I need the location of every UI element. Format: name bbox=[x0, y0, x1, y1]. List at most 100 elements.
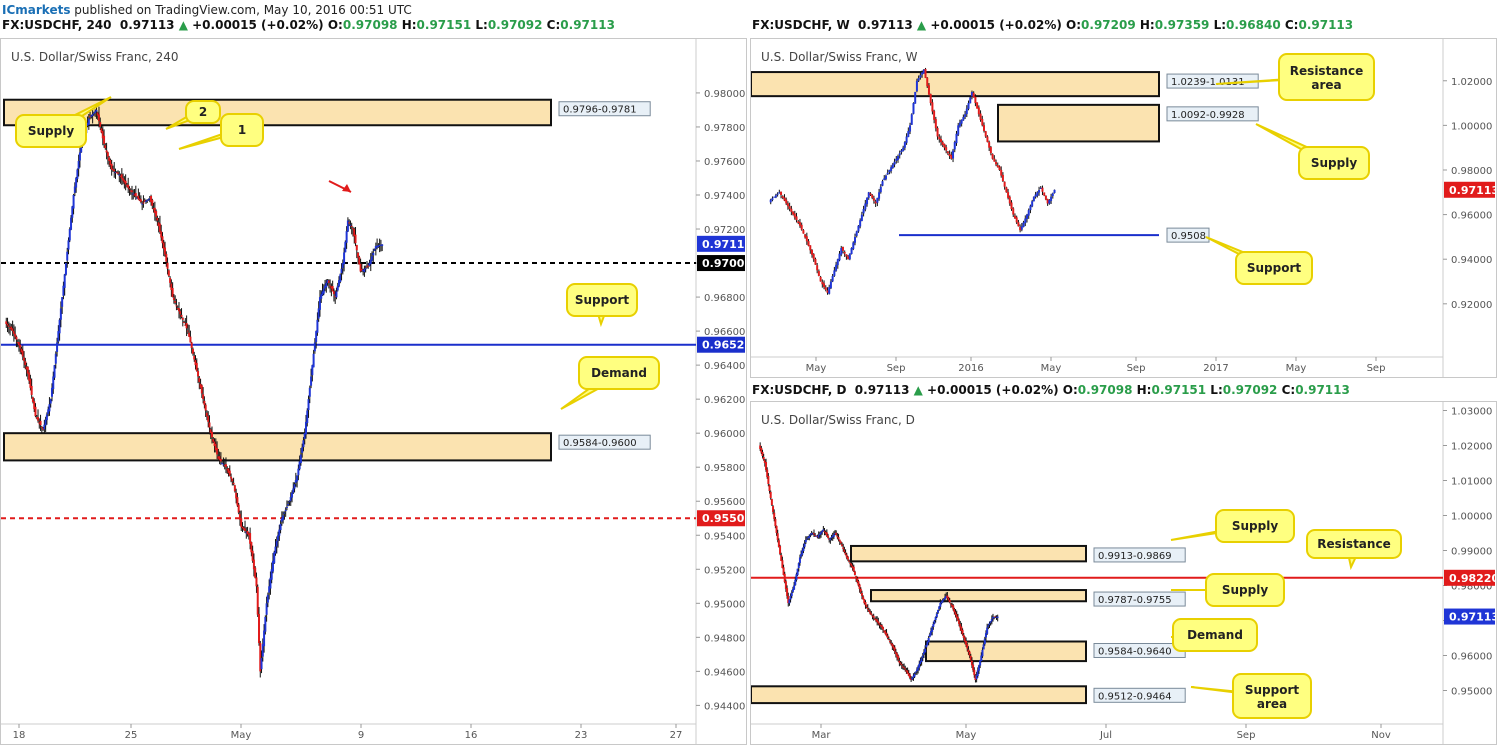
candle-body bbox=[120, 174, 123, 179]
candle-body bbox=[946, 151, 949, 154]
candle-body bbox=[983, 125, 985, 131]
candle-body bbox=[139, 199, 142, 203]
chart-panel-daily[interactable]: U.S. Dollar/Swiss Franc, D 1.03000 1.02000… bbox=[750, 401, 1497, 745]
candle-body bbox=[781, 196, 784, 198]
candle-body bbox=[87, 118, 90, 125]
candle-body bbox=[927, 85, 930, 95]
candle-body bbox=[762, 456, 765, 460]
callout-text: Support bbox=[1247, 261, 1302, 275]
candle-body bbox=[854, 236, 856, 243]
price-tick-label: 0.96800 bbox=[704, 293, 745, 304]
candle-body bbox=[798, 222, 801, 226]
candle-body bbox=[805, 236, 808, 242]
zone-label-text: 0.9584-0.9600 bbox=[563, 438, 637, 449]
candle-body bbox=[279, 523, 282, 531]
candle-body bbox=[957, 125, 960, 135]
candle-body bbox=[1029, 205, 1032, 211]
callout-text: 2 bbox=[199, 105, 207, 119]
candle-body bbox=[905, 136, 908, 143]
candle-body bbox=[786, 203, 789, 207]
candle-body bbox=[299, 454, 302, 464]
candle-body bbox=[128, 188, 131, 190]
candle-body bbox=[7, 325, 10, 327]
candle-body bbox=[197, 371, 200, 377]
candle-body bbox=[156, 217, 159, 221]
change-value: +0.00015 (+0.02%) bbox=[192, 18, 324, 32]
candle-body bbox=[770, 499, 773, 505]
candle-body bbox=[141, 203, 144, 205]
candle-body bbox=[979, 113, 982, 120]
candle-body bbox=[131, 190, 133, 193]
chart-panel-weekly[interactable]: U.S. Dollar/Swiss Franc, W 1.02000 1.00000… bbox=[750, 38, 1497, 378]
zone-label: 0.9584-0.9600 bbox=[558, 434, 651, 450]
candle-body bbox=[11, 328, 14, 332]
price-tick-label: 0.97600 bbox=[704, 157, 745, 168]
brand-name[interactable]: ICmarkets bbox=[0, 3, 70, 17]
candle-body bbox=[1020, 226, 1023, 230]
candle-body bbox=[287, 504, 290, 506]
candle-body bbox=[955, 133, 958, 144]
candle-body bbox=[292, 488, 295, 493]
candle-body bbox=[809, 245, 812, 251]
candle-body bbox=[172, 297, 175, 300]
candle-body bbox=[171, 287, 174, 298]
candle-body bbox=[774, 518, 777, 526]
symbol-label: FX:USDCHF, D bbox=[752, 383, 847, 397]
price-tick-label: 0.94400 bbox=[704, 701, 745, 712]
zone-label: 0.9796-0.9781 bbox=[558, 101, 651, 117]
candle-body bbox=[232, 482, 235, 485]
callout: Supply bbox=[1170, 509, 1295, 543]
price-tick-label: 0.92000 bbox=[1451, 300, 1492, 311]
price-tick-label: 0.94600 bbox=[704, 667, 745, 678]
candle-body bbox=[1017, 222, 1020, 227]
chart-daily[interactable]: U.S. Dollar/Swiss Franc, D 1.03000 1.02000… bbox=[750, 402, 1497, 744]
candle-body bbox=[365, 266, 368, 268]
candle-body bbox=[976, 102, 979, 109]
candle-body bbox=[52, 376, 55, 390]
price-tick-label: 1.02000 bbox=[1451, 77, 1492, 88]
last-price: 0.97113 bbox=[119, 18, 175, 32]
candle-body bbox=[180, 314, 183, 317]
candle-body bbox=[307, 399, 310, 411]
chart-weekly[interactable]: U.S. Dollar/Swiss Franc, W 1.02000 1.00000… bbox=[750, 39, 1497, 377]
candle-body bbox=[146, 200, 149, 202]
chart-panel-240[interactable]: U.S. Dollar/Swiss Franc, 240 0.98000 0.978… bbox=[0, 38, 752, 745]
candle-body bbox=[277, 535, 280, 541]
chart-240[interactable]: U.S. Dollar/Swiss Franc, 240 0.98000 0.978… bbox=[1, 39, 752, 744]
candle-body bbox=[970, 91, 973, 97]
candle-body bbox=[336, 285, 339, 291]
low-value: 0.97092 bbox=[487, 18, 543, 32]
chart-title: U.S. Dollar/Swiss Franc, W bbox=[761, 50, 918, 64]
candle-body bbox=[357, 252, 360, 258]
price-tick-label: 1.02000 bbox=[1451, 442, 1492, 453]
candle-body bbox=[45, 414, 48, 421]
candle-body bbox=[177, 308, 180, 312]
candle-body bbox=[350, 225, 353, 227]
candle-body bbox=[995, 161, 998, 165]
candle-body bbox=[1019, 227, 1022, 231]
candle-body bbox=[845, 254, 848, 257]
level-price-tag-text: 0.95500 bbox=[702, 512, 746, 525]
candle-body bbox=[780, 191, 783, 196]
candle-body bbox=[769, 491, 772, 498]
candle-body bbox=[962, 117, 965, 121]
candle-body bbox=[240, 518, 243, 527]
candle-body bbox=[909, 125, 912, 132]
candle-body bbox=[195, 362, 198, 371]
candle-body bbox=[200, 385, 203, 394]
candle-body bbox=[972, 92, 975, 98]
candle-body bbox=[895, 158, 898, 161]
candle-body bbox=[255, 577, 258, 587]
price-tick-label: 0.95000 bbox=[704, 599, 745, 610]
candle-body bbox=[816, 265, 819, 271]
level-label: 0.9508 bbox=[1166, 227, 1210, 243]
candle-body bbox=[301, 447, 304, 453]
time-tick-label: May bbox=[1286, 363, 1307, 374]
candle-body bbox=[903, 142, 906, 148]
candle-body bbox=[981, 118, 984, 126]
candle-body bbox=[308, 387, 311, 397]
candle-body bbox=[274, 546, 277, 554]
candle-body bbox=[344, 241, 347, 253]
price-tick-label: 0.96000 bbox=[704, 429, 745, 440]
candle-body bbox=[886, 172, 889, 175]
